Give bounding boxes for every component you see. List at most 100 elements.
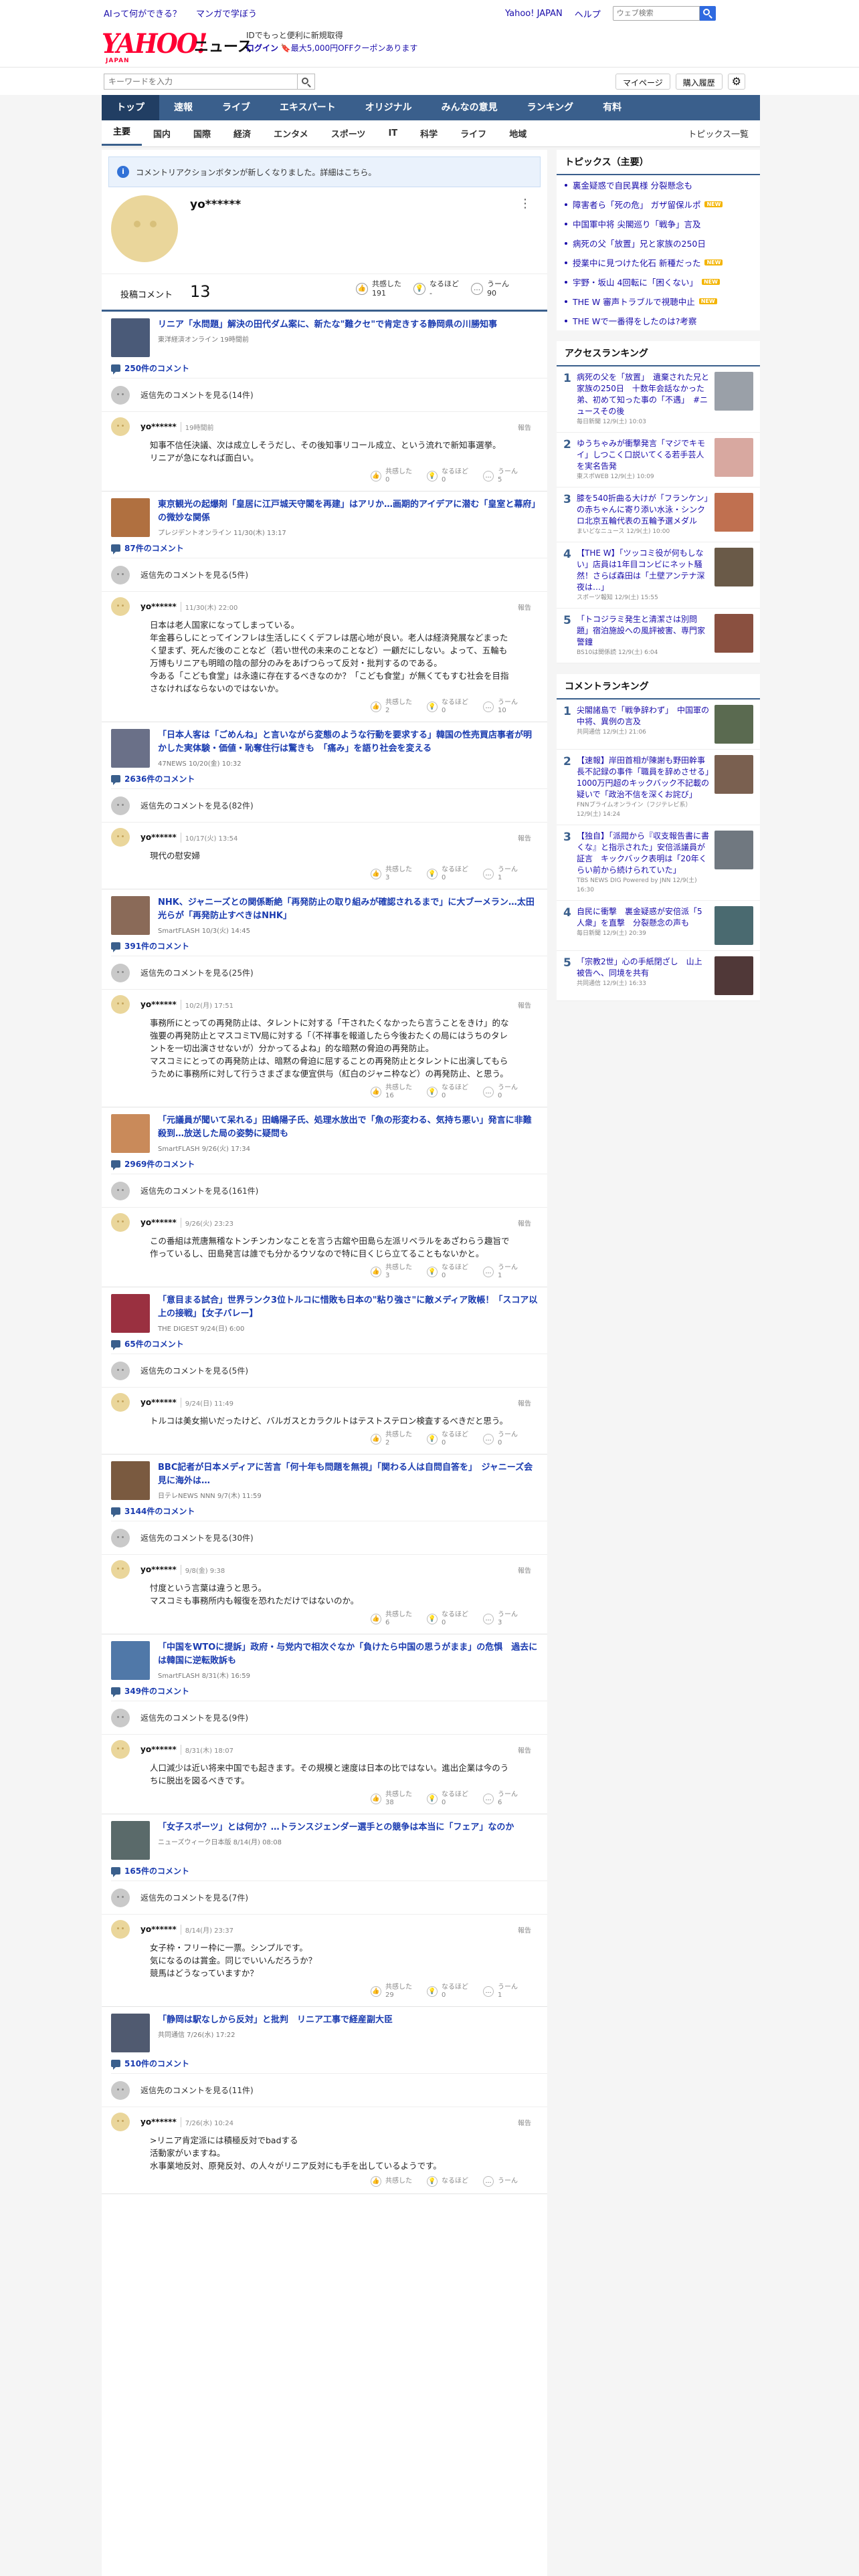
empathy-button[interactable]: 👍 共感した: [371, 2176, 412, 2187]
gnav-expert[interactable]: エキスパート: [265, 95, 351, 120]
mypage-button[interactable]: マイページ: [615, 74, 670, 90]
ranking-item[interactable]: 5 「宗教2世」心の手紙閉ざし 山上被告へ、同境を共有 共同通信 12/9(土) 1…: [557, 951, 760, 1001]
comment-username[interactable]: yo******: [140, 1745, 177, 1754]
ranking-item[interactable]: 3 膝を540折曲る大けが「フランケン」の赤ちゃんに寄り添い水泳・シンクロ北京五輪…: [557, 488, 760, 542]
cat-local[interactable]: 地域: [498, 127, 538, 140]
comment-count-link[interactable]: 65件のコメント: [102, 1337, 547, 1354]
article-link[interactable]: 「元議員が聞いて呆れる」田嶋陽子氏、処理水放出で「魚の形変わる、気持ち悪い」発言…: [102, 1107, 547, 1157]
article-title[interactable]: 「中国をWTOに提訴」政府・与党内で相次ぐなか「負けたら中国の思うがまま」の危惧…: [158, 1641, 538, 1668]
gnav-original[interactable]: オリジナル: [351, 95, 427, 120]
report-link[interactable]: 報告: [518, 2117, 531, 2127]
comment-username[interactable]: yo******: [140, 1565, 177, 1574]
article-title[interactable]: 「女子スポーツ」とは何か？…トランスジェンダー選手との競争は本当に「フェア」なの…: [158, 1821, 514, 1834]
cat-entertainment[interactable]: エンタメ: [262, 127, 320, 140]
report-link[interactable]: 報告: [518, 602, 531, 612]
insight-button[interactable]: 💡 なるほど 0: [427, 468, 468, 484]
empathy-button[interactable]: 👍 共感した 2: [371, 699, 412, 715]
article-link[interactable]: 「静岡は駅なしから反対」と批判 リニア工事で経産副大臣 共同通信 7/26(水) …: [102, 2007, 547, 2056]
comment-username[interactable]: yo******: [140, 1398, 177, 1407]
hmm-button[interactable]: … うーん 1: [483, 1983, 518, 2000]
topic-item[interactable]: 授業中に見つけた化石 新種だった NEW: [557, 253, 760, 272]
empathy-button[interactable]: 👍 共感した 6: [371, 1611, 412, 1627]
report-link[interactable]: 報告: [518, 1925, 531, 1935]
hmm-button[interactable]: … うーん 10: [483, 699, 518, 715]
view-parent-comment[interactable]: 返信先のコメントを見る(5件): [111, 558, 547, 591]
article-link[interactable]: 東京観光の起爆剤「皇居に江戸城天守閣を再建」はアリか…画期的アイデアに潜む「皇室…: [102, 492, 547, 541]
gnav-paid[interactable]: 有料: [588, 95, 636, 120]
report-link[interactable]: 報告: [518, 422, 531, 432]
web-search-input[interactable]: [612, 6, 700, 21]
promo-line1[interactable]: IDでもっと便利に新規取得: [246, 29, 417, 42]
topic-title[interactable]: 病死の父「放置」兄と家族の250日: [573, 237, 706, 249]
gnav-live[interactable]: ライブ: [207, 95, 265, 120]
news-wordmark[interactable]: ニュース: [194, 35, 252, 56]
ranking-title[interactable]: 膝を540折曲る大けが「フランケン」の赤ちゃんに寄り添い水泳・シンクロ北京五輪代…: [577, 494, 708, 526]
view-parent-comment[interactable]: 返信先のコメントを見る(5件): [111, 1354, 547, 1387]
hmm-button[interactable]: … うーん 1: [483, 866, 518, 882]
gnav-opinions[interactable]: みんなの意見: [427, 95, 512, 120]
web-search-button[interactable]: [699, 6, 716, 21]
article-title[interactable]: NHK、ジャニーズとの関係断絶「再発防止の取り組みが確認されるまで」に大ブーメラ…: [158, 896, 538, 923]
topic-item[interactable]: 中国軍中将 尖閣巡り「戦争」言及: [557, 214, 760, 233]
topic-item[interactable]: 宇野・坂山 4回転に「困くない」 NEW: [557, 272, 760, 292]
topic-title[interactable]: 中国軍中将 尖閣巡り「戦争」言及: [573, 217, 700, 230]
insight-button[interactable]: 💡 なるほど 0: [427, 1983, 468, 2000]
view-parent-comment[interactable]: 返信先のコメントを見る(11件): [111, 2073, 547, 2107]
notice-banner[interactable]: i コメントリアクションボタンが新しくなりました。詳細はこちら。: [108, 156, 541, 187]
gnav-breaking[interactable]: 速報: [159, 95, 207, 120]
comment-username[interactable]: yo******: [140, 602, 177, 611]
view-parent-comment[interactable]: 返信先のコメントを見る(9件): [111, 1701, 547, 1734]
insight-button[interactable]: 💡 なるほど 0: [427, 1084, 468, 1100]
topic-title[interactable]: THE Wで一番得をしたのは?考察: [573, 314, 696, 327]
ranking-title[interactable]: 【独自】「派閥から『収支報告書に書くな』と指示された」安倍派議員が証言 キックバ…: [577, 831, 709, 875]
ranking-title[interactable]: 【THE W】「ツッコミ役が何もしない」店員は1年目コンビにネット騒然！さらば森…: [577, 548, 705, 592]
article-title[interactable]: 「元議員が聞いて呆れる」田嶋陽子氏、処理水放出で「魚の形変わる、気持ち悪い」発言…: [158, 1114, 538, 1141]
topics-list-link[interactable]: トピックス一覧: [676, 127, 760, 140]
topic-item[interactable]: THE W 審声トラブルで視聴中止 NEW: [557, 292, 760, 311]
insight-button[interactable]: 💡 なるほど 0: [427, 1431, 468, 1447]
article-link[interactable]: 「中国をWTOに提訴」政府・与党内で相次ぐなか「負けたら中国の思うがまま」の危惧…: [102, 1634, 547, 1684]
empathy-button[interactable]: 👍 共感した 3: [371, 1264, 412, 1280]
hmm-button[interactable]: … うーん 0: [483, 1431, 518, 1447]
ranking-item[interactable]: 4 自民に衝撃 裏金疑惑が安倍派「5人衆」を直撃 分裂懸念の声も 毎日新聞 12/9…: [557, 901, 760, 951]
hmm-button[interactable]: … うーん 3: [483, 1611, 518, 1627]
ranking-item[interactable]: 3 【独自】「派閥から『収支報告書に書くな』と指示された」安倍派議員が証言 キック…: [557, 825, 760, 901]
yahoo-japan-link[interactable]: Yahoo! JAPAN: [505, 9, 563, 19]
topic-item[interactable]: 障害者ら「死の危」 ガザ留保ルポ NEW: [557, 195, 760, 214]
ranking-title[interactable]: 「トコジラミ発生と清潔さは別問題」宿泊施設への風評被害、専門家警鐘: [577, 615, 705, 647]
article-link[interactable]: 「意目まる試合」世界ランク3位トルコに惜敗も日本の"粘り強さ"に敵メディア敗帳！…: [102, 1287, 547, 1337]
article-title[interactable]: BBC記者が日本メディアに苦言「何十年も問題を無視」「関わる人は自問自答を」 ジ…: [158, 1461, 538, 1488]
comment-username[interactable]: yo******: [140, 1925, 177, 1934]
comment-username[interactable]: yo******: [140, 1000, 177, 1009]
ai-link[interactable]: AIって何ができる？: [104, 9, 181, 19]
cat-main[interactable]: 主要: [102, 121, 142, 146]
topic-title[interactable]: 宇野・坂山 4回転に「困くない」: [573, 276, 698, 288]
insight-button[interactable]: 💡 なるほど: [427, 2176, 468, 2187]
comment-count-link[interactable]: 165件のコメント: [102, 1864, 547, 1881]
cat-world[interactable]: 国際: [182, 127, 222, 140]
cat-it[interactable]: IT: [377, 128, 409, 138]
topic-title[interactable]: THE W 審声トラブルで視聴中止: [573, 295, 695, 308]
yahoo-logo[interactable]: YAHOO!: [102, 28, 207, 60]
cat-life[interactable]: ライフ: [449, 127, 498, 140]
gnav-top[interactable]: トップ: [102, 95, 159, 120]
report-link[interactable]: 報告: [518, 1000, 531, 1010]
article-link[interactable]: BBC記者が日本メディアに苦言「何十年も問題を無視」「関わる人は自問自答を」 ジ…: [102, 1455, 547, 1504]
topic-item[interactable]: 裏金疑惑で自民異様 分裂懸念も: [557, 175, 760, 195]
comment-username[interactable]: yo******: [140, 2117, 177, 2127]
cat-economy[interactable]: 経済: [222, 127, 262, 140]
insight-button[interactable]: 💡 なるほど 0: [427, 1264, 468, 1280]
manga-link[interactable]: マンガで学ぼう: [196, 9, 257, 19]
article-title[interactable]: リニア「水問題」解決の田代ダム案に、新たな"難クセ"で肯定きする静岡県の川勝知事: [158, 318, 497, 332]
article-title[interactable]: 「静岡は駅なしから反対」と批判 リニア工事で経産副大臣: [158, 2014, 393, 2027]
empathy-button[interactable]: 👍 共感した 2: [371, 1431, 412, 1447]
article-title[interactable]: 東京観光の起爆剤「皇居に江戸城天守閣を再建」はアリか…画期的アイデアに潜む「皇室…: [158, 498, 538, 525]
purchase-history-button[interactable]: 購入履歴: [675, 74, 723, 90]
comment-count-link[interactable]: 2969件のコメント: [102, 1157, 547, 1174]
ranking-title[interactable]: 【速報】岸田首相が陳謝も野田幹事長不記録の事件「職員を辞めさせる」1000万円超…: [577, 756, 709, 799]
ranking-title[interactable]: 「宗教2世」心の手紙閉ざし 山上被告へ、同境を共有: [577, 957, 702, 978]
article-link[interactable]: 「女子スポーツ」とは何か？…トランスジェンダー選手との競争は本当に「フェア」なの…: [102, 1814, 547, 1864]
ranking-item[interactable]: 2 ゆうちゃみが衝撃発言「マジでキモイ」しつこく口説いてくる若手芸人を実名告発 東ス…: [557, 433, 760, 488]
insight-button[interactable]: 💡 なるほど 0: [427, 1791, 468, 1807]
login-link[interactable]: ログイン: [246, 43, 278, 53]
